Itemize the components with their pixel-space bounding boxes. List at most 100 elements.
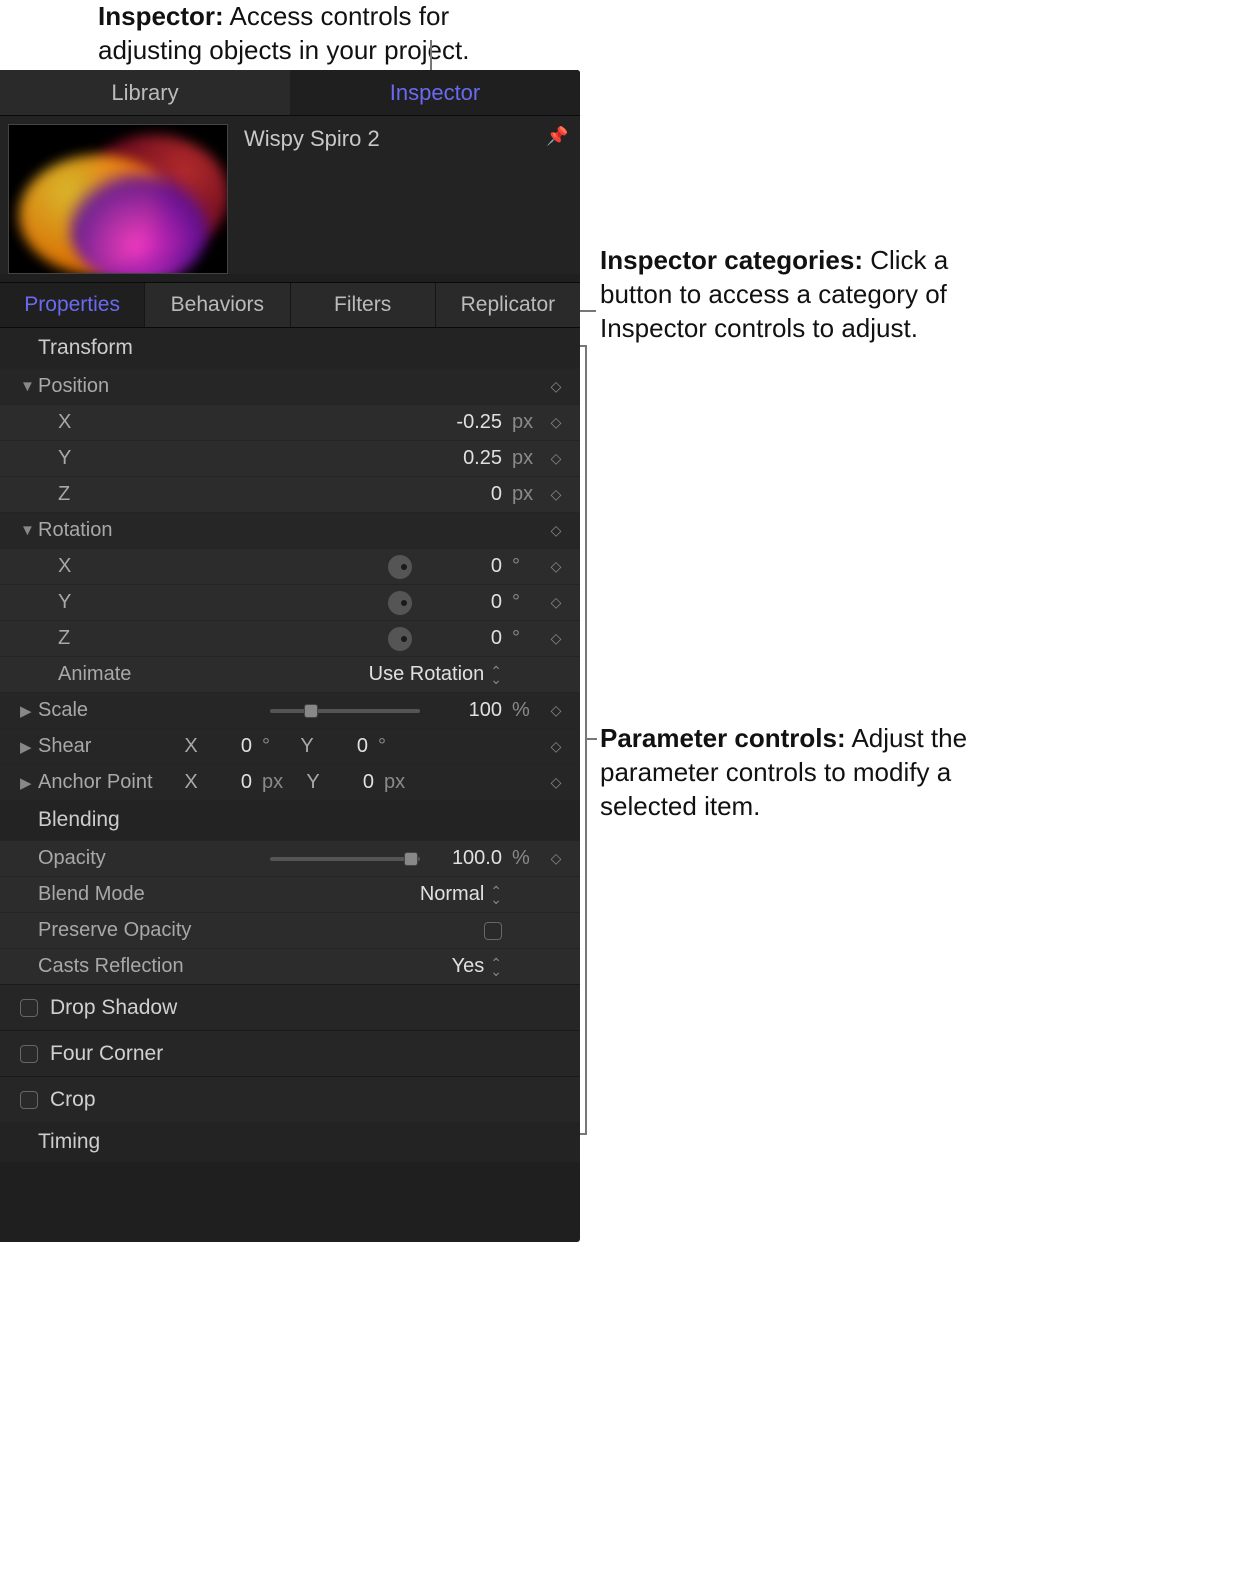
row-preserve-opacity: Preserve Opacity xyxy=(0,912,580,948)
top-tabs: Library Inspector xyxy=(0,70,580,116)
crop-checkbox[interactable] xyxy=(20,1091,38,1109)
label-y: Y xyxy=(58,447,208,470)
keyframe-icon[interactable] xyxy=(546,414,566,431)
keyframe-icon[interactable] xyxy=(546,522,566,539)
rotation-dial[interactable] xyxy=(388,627,412,651)
group-drop-shadow[interactable]: Drop Shadow xyxy=(0,984,580,1030)
row-blend-mode: Blend Mode Normal ⌃⌄ xyxy=(0,876,580,912)
keyframe-icon[interactable] xyxy=(546,450,566,467)
keyframe-icon[interactable] xyxy=(546,738,566,755)
tab-replicator[interactable]: Replicator xyxy=(436,283,580,327)
crop-label: Crop xyxy=(50,1088,96,1112)
keyframe-icon[interactable] xyxy=(546,558,566,575)
bracket-tick xyxy=(580,1133,586,1135)
shear-y-value[interactable]: 0 xyxy=(328,735,368,758)
disclosure-right-icon[interactable] xyxy=(20,738,38,756)
position-y-value[interactable]: 0.25 xyxy=(442,447,502,470)
row-position-z: Z 0 px xyxy=(0,476,580,512)
opacity-label: Opacity xyxy=(38,847,188,870)
leader-line xyxy=(580,310,596,312)
disclosure-down-icon[interactable] xyxy=(20,378,38,395)
keyframe-icon[interactable] xyxy=(546,486,566,503)
disclosure-right-icon[interactable] xyxy=(20,774,38,792)
rotation-label: Rotation xyxy=(38,519,188,542)
anchor-y-value[interactable]: 0 xyxy=(334,771,374,794)
keyframe-icon[interactable] xyxy=(546,378,566,395)
four-corner-label: Four Corner xyxy=(50,1042,163,1066)
keyframe-icon[interactable] xyxy=(546,702,566,719)
group-four-corner[interactable]: Four Corner xyxy=(0,1030,580,1076)
rotation-dial[interactable] xyxy=(388,591,412,615)
opacity-value[interactable]: 100.0 xyxy=(442,847,502,870)
four-corner-checkbox[interactable] xyxy=(20,1045,38,1063)
casts-reflection-label: Casts Reflection xyxy=(38,955,238,978)
rotation-y-value[interactable]: 0 xyxy=(442,591,502,614)
annotation-inspector: Inspector: Access controls for adjusting… xyxy=(98,0,518,68)
tab-filters[interactable]: Filters xyxy=(291,283,436,327)
position-z-value[interactable]: 0 xyxy=(442,483,502,506)
tab-behaviors[interactable]: Behaviors xyxy=(145,283,290,327)
preview-row: Wispy Spiro 2 📌 xyxy=(0,116,580,274)
preserve-opacity-checkbox[interactable] xyxy=(484,922,502,940)
row-scale[interactable]: Scale 100 % xyxy=(0,692,580,728)
leader-line xyxy=(585,738,597,740)
row-rotation-z: Z 0 ° xyxy=(0,620,580,656)
keyframe-icon[interactable] xyxy=(546,850,566,867)
chevron-updown-icon: ⌃⌄ xyxy=(490,887,502,903)
position-x-value[interactable]: -0.25 xyxy=(442,411,502,434)
bracket-line xyxy=(585,345,587,1135)
shear-label: Shear xyxy=(38,735,188,758)
opacity-slider[interactable] xyxy=(270,857,420,861)
rotation-dial[interactable] xyxy=(388,555,412,579)
annotation-categories: Inspector categories: Click a button to … xyxy=(600,244,1020,345)
tab-library[interactable]: Library xyxy=(0,70,290,115)
scale-label: Scale xyxy=(38,699,188,722)
chevron-updown-icon: ⌃⌄ xyxy=(490,959,502,975)
row-casts-reflection: Casts Reflection Yes ⌃⌄ xyxy=(0,948,580,984)
row-position-x: X -0.25 px xyxy=(0,404,580,440)
position-label: Position xyxy=(38,375,188,398)
row-rotation[interactable]: Rotation xyxy=(0,512,580,548)
scale-value[interactable]: 100 xyxy=(442,699,502,722)
rotation-z-value[interactable]: 0 xyxy=(442,627,502,650)
tab-properties[interactable]: Properties xyxy=(0,283,145,327)
drop-shadow-checkbox[interactable] xyxy=(20,999,38,1017)
label-x: X xyxy=(58,411,208,434)
shear-x-value[interactable]: 0 xyxy=(212,735,252,758)
keyframe-icon[interactable] xyxy=(546,594,566,611)
casts-reflection-dropdown[interactable]: Yes ⌃⌄ xyxy=(452,955,502,978)
bracket-tick xyxy=(580,345,586,347)
object-thumbnail xyxy=(8,124,228,274)
object-title: Wispy Spiro 2 xyxy=(244,126,530,152)
rotation-x-value[interactable]: 0 xyxy=(442,555,502,578)
group-crop[interactable]: Crop xyxy=(0,1076,580,1122)
annotation-inspector-bold: Inspector: xyxy=(98,1,224,31)
row-opacity: Opacity 100.0 % xyxy=(0,840,580,876)
row-anchor-point[interactable]: Anchor Point X 0 px Y 0 px xyxy=(0,764,580,800)
chevron-updown-icon: ⌃⌄ xyxy=(490,667,502,683)
row-rotation-x: X 0 ° xyxy=(0,548,580,584)
label-z: Z xyxy=(58,483,208,506)
row-position[interactable]: Position xyxy=(0,368,580,404)
blendmode-label: Blend Mode xyxy=(38,883,188,906)
section-transform: Transform xyxy=(0,328,580,368)
animate-dropdown[interactable]: Use Rotation ⌃⌄ xyxy=(369,663,502,686)
scale-slider[interactable] xyxy=(270,709,420,713)
annotation-categories-bold: Inspector categories: xyxy=(600,245,863,275)
annotation-params: Parameter controls: Adjust the parameter… xyxy=(600,722,1020,823)
inspector-panel: Library Inspector Wispy Spiro 2 📌 Proper… xyxy=(0,70,580,1242)
keyframe-icon[interactable] xyxy=(546,774,566,791)
animate-label: Animate xyxy=(58,663,208,686)
pin-icon[interactable]: 📌 xyxy=(546,126,568,147)
row-position-y: Y 0.25 px xyxy=(0,440,580,476)
section-timing: Timing xyxy=(0,1122,580,1162)
disclosure-right-icon[interactable] xyxy=(20,702,38,720)
disclosure-down-icon[interactable] xyxy=(20,522,38,539)
blendmode-dropdown[interactable]: Normal ⌃⌄ xyxy=(420,883,502,906)
keyframe-icon[interactable] xyxy=(546,630,566,647)
row-shear[interactable]: Shear X 0 ° Y 0 ° xyxy=(0,728,580,764)
category-tabs: Properties Behaviors Filters Replicator xyxy=(0,282,580,328)
row-rotation-y: Y 0 ° xyxy=(0,584,580,620)
anchor-x-value[interactable]: 0 xyxy=(212,771,252,794)
tab-inspector[interactable]: Inspector xyxy=(290,70,580,115)
